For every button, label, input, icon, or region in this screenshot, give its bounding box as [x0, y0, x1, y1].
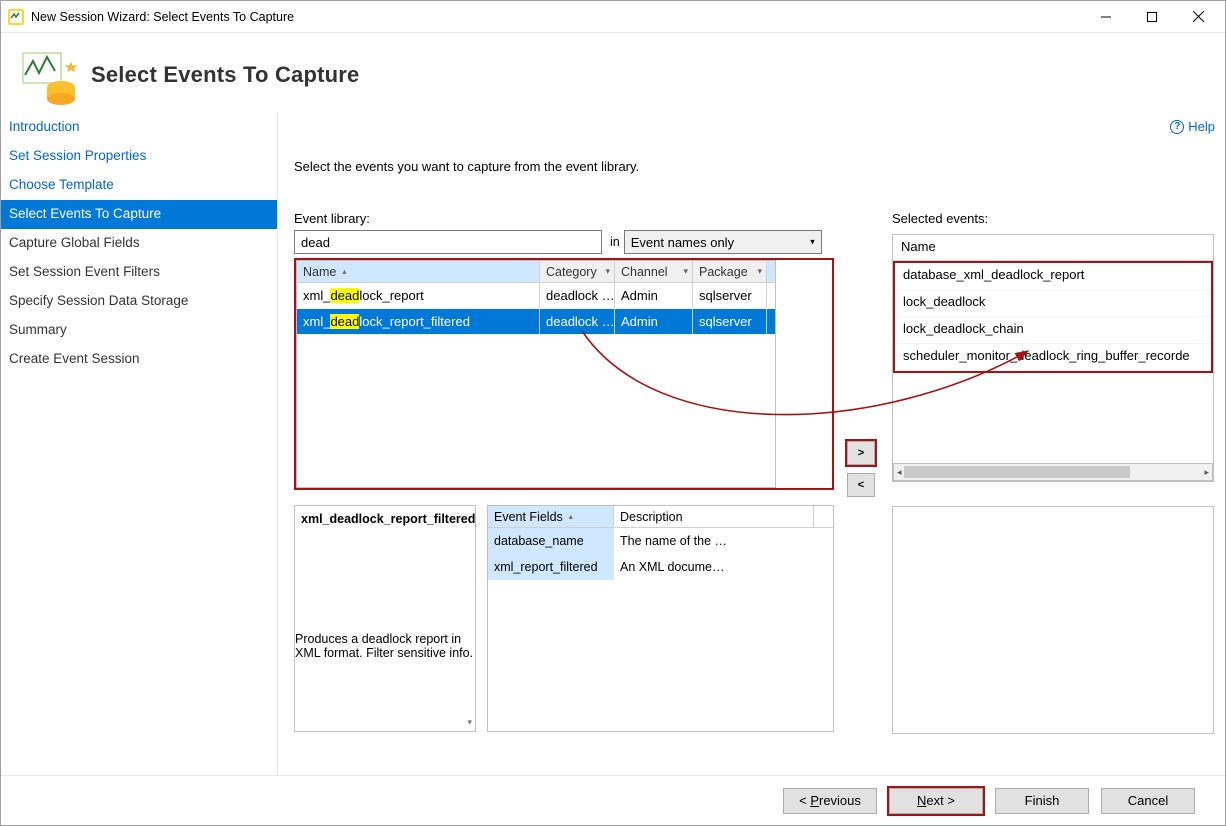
selected-events-label: Selected events:	[892, 211, 1214, 226]
grid-header: Name▴ Category▾ Channel▾ Package▾	[297, 261, 775, 283]
cell-name: xml_deadlock_report_filtered	[297, 309, 540, 334]
filter-in-label: in	[610, 235, 620, 249]
table-row[interactable]: xml_deadlock_report deadlock … Admin sql…	[297, 283, 775, 309]
filter-row: in Event names only ▾	[294, 230, 834, 254]
list-item[interactable]: scheduler_monitor_deadlock_ring_buffer_r…	[895, 344, 1211, 371]
filter-icon: ▾	[683, 266, 688, 277]
body: Introduction Set Session Properties Choo…	[1, 113, 1225, 775]
window-title: New Session Wizard: Select Events To Cap…	[31, 10, 1083, 24]
nav-capture-global-fields[interactable]: Capture Global Fields	[1, 229, 277, 258]
cell-category: deadlock …	[540, 283, 615, 308]
event-library-section: Event library: in Event names only ▾ Nam…	[294, 211, 834, 490]
help-label: Help	[1188, 119, 1215, 134]
nav-choose-template[interactable]: Choose Template	[1, 171, 277, 200]
transfer-buttons: > <	[847, 441, 877, 497]
list-item[interactable]: lock_deadlock_chain	[895, 317, 1211, 344]
fields-header: Event Fields▴ Description	[488, 506, 833, 528]
finish-button[interactable]: Finish	[995, 788, 1089, 814]
chevron-down-icon: ▾	[810, 237, 815, 248]
list-item[interactable]: lock_deadlock	[895, 290, 1211, 317]
event-desc-body: Produces a deadlock report in XML format…	[295, 632, 475, 681]
cell-field-name: database_name	[488, 528, 614, 554]
nav-select-events[interactable]: Select Events To Capture	[1, 200, 277, 229]
event-description-panel: xml_deadlock_report_filtered Produces a …	[294, 505, 476, 732]
nav-introduction[interactable]: Introduction	[1, 113, 277, 142]
table-row[interactable]: database_name The name of the …	[488, 528, 833, 554]
col-description[interactable]: Description	[614, 506, 814, 527]
sidebar: Introduction Set Session Properties Choo…	[1, 113, 278, 775]
cell-package: sqlserver	[693, 309, 767, 334]
add-event-button[interactable]: >	[847, 441, 875, 465]
cell-channel: Admin	[615, 309, 693, 334]
nav-set-session-event-filters[interactable]: Set Session Event Filters	[1, 258, 277, 287]
col-category[interactable]: Category▾	[540, 261, 615, 282]
selected-events-header[interactable]: Name	[893, 235, 1213, 261]
cell-package: sqlserver	[693, 283, 767, 308]
scrollbar-horizontal[interactable]: ◂ ▸	[893, 463, 1213, 481]
scroll-thumb[interactable]	[904, 466, 1130, 478]
selected-events-empty-panel	[892, 506, 1214, 734]
table-row[interactable]: xml_report_filtered An XML docume…	[488, 554, 833, 580]
filter-input[interactable]	[294, 230, 602, 254]
sort-asc-icon: ▴	[569, 512, 573, 521]
app-icon	[7, 8, 25, 26]
nav-set-session-properties[interactable]: Set Session Properties	[1, 142, 277, 171]
close-button[interactable]	[1175, 2, 1221, 32]
page-header: Select Events To Capture	[1, 33, 1225, 113]
nav-summary[interactable]: Summary	[1, 316, 277, 345]
nav-create-event-session[interactable]: Create Event Session	[1, 345, 277, 374]
nav-specify-session-data-storage[interactable]: Specify Session Data Storage	[1, 287, 277, 316]
filter-scope-value: Event names only	[631, 235, 734, 250]
filter-icon: ▾	[757, 266, 762, 277]
footer: < Previous Next > Finish Cancel	[1, 775, 1225, 825]
col-package[interactable]: Package▾	[693, 261, 767, 282]
titlebar: New Session Wizard: Select Events To Cap…	[1, 1, 1225, 33]
table-row[interactable]: xml_deadlock_report_filtered deadlock … …	[297, 309, 775, 335]
maximize-button[interactable]	[1129, 2, 1175, 32]
dropdown-icon[interactable]: ▾	[467, 717, 472, 728]
event-desc-title: xml_deadlock_report_filtered	[301, 512, 469, 526]
page-title: Select Events To Capture	[91, 62, 359, 88]
main-content: ? Help Select the events you want to cap…	[278, 113, 1225, 775]
col-event-fields[interactable]: Event Fields▴	[488, 506, 614, 527]
selected-events-section: Selected events: Name database_xml_deadl…	[892, 211, 1214, 482]
remove-event-button[interactable]: <	[847, 473, 875, 497]
event-library-label: Event library:	[294, 211, 834, 226]
selected-events-grid[interactable]: Name database_xml_deadlock_report lock_d…	[892, 234, 1214, 482]
filter-icon: ▾	[605, 266, 610, 277]
sort-asc-icon: ▴	[342, 267, 346, 276]
grid-body: xml_deadlock_report deadlock … Admin sql…	[297, 283, 775, 487]
event-library-grid[interactable]: Name▴ Category▾ Channel▾ Package▾ xml_de…	[296, 260, 776, 488]
cell-name: xml_deadlock_report	[297, 283, 540, 308]
wizard-logo-icon	[19, 45, 79, 105]
cell-field-desc: An XML docume…	[614, 554, 814, 580]
cell-field-desc: The name of the …	[614, 528, 814, 554]
cancel-button[interactable]: Cancel	[1101, 788, 1195, 814]
minimize-button[interactable]	[1083, 2, 1129, 32]
help-icon: ?	[1170, 120, 1184, 134]
wizard-window: New Session Wizard: Select Events To Cap…	[0, 0, 1226, 826]
list-item[interactable]: database_xml_deadlock_report	[895, 263, 1211, 290]
col-name[interactable]: Name▴	[297, 261, 540, 282]
filter-scope-select[interactable]: Event names only ▾	[624, 230, 822, 254]
event-fields-panel: Event Fields▴ Description database_name …	[487, 505, 834, 732]
col-channel[interactable]: Channel▾	[615, 261, 693, 282]
previous-button[interactable]: < Previous	[783, 788, 877, 814]
cell-field-name: xml_report_filtered	[488, 554, 614, 580]
scroll-right-icon: ▸	[1204, 467, 1209, 478]
help-link[interactable]: ? Help	[1170, 119, 1215, 134]
cell-category: deadlock …	[540, 309, 615, 334]
selected-events-body: database_xml_deadlock_report lock_deadlo…	[895, 263, 1211, 371]
cell-channel: Admin	[615, 283, 693, 308]
instruction-text: Select the events you want to capture fr…	[294, 159, 1211, 174]
next-button[interactable]: Next >	[889, 788, 983, 814]
